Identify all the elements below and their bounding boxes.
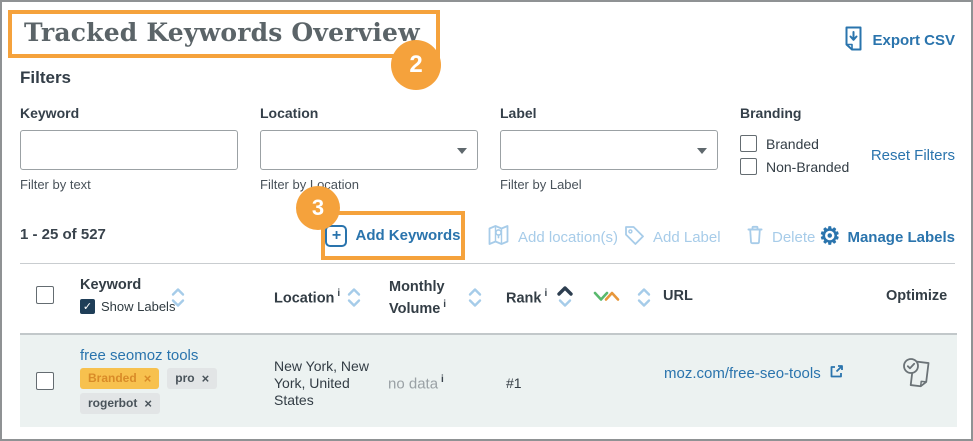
column-header-monthly-volume: Monthly Volumei [389, 279, 446, 318]
page-title: Tracked Keywords Overview [24, 16, 420, 50]
label-tag: pro × [167, 368, 217, 389]
delete-label: Delete [772, 229, 815, 246]
external-link-icon [829, 364, 844, 383]
export-csv-button[interactable]: Export CSV [843, 25, 955, 56]
table-row: free seomoz tools Branded × pro × rogerb… [20, 333, 957, 427]
branding-filter-label: Branding [740, 105, 801, 121]
add-label-button[interactable]: Add Label [623, 222, 721, 252]
sort-rank-trend-button[interactable] [636, 285, 652, 313]
sort-location-button[interactable] [346, 285, 362, 313]
monthly-volume-cell: no data [388, 375, 438, 392]
location-filter-group: Location Filter by Location [260, 105, 478, 192]
rank-trend-icon [593, 289, 621, 309]
sort-keyword-button[interactable] [170, 285, 186, 313]
select-all-checkbox[interactable] [36, 286, 54, 304]
step-2-badge: 2 [391, 40, 441, 90]
step-3-badge: 3 [296, 186, 340, 230]
manage-labels-label: Manage Labels [847, 229, 955, 246]
label-tag: Branded × [80, 368, 159, 389]
label-filter-select[interactable] [500, 130, 718, 170]
trash-icon [745, 223, 765, 251]
step-3-highlight-box: + Add Keywords [321, 211, 465, 260]
show-labels-control: ✓ Show Labels [80, 299, 175, 314]
no-data-info-icon[interactable]: i [441, 374, 444, 385]
manage-labels-button[interactable]: ⚙ Manage Labels [819, 222, 955, 252]
non-branded-checkbox[interactable] [740, 158, 757, 175]
optimize-page-icon[interactable] [899, 355, 935, 398]
add-locations-label: Add location(s) [518, 229, 618, 246]
location-filter-helper: Filter by Location [260, 177, 478, 192]
export-csv-icon [843, 25, 864, 56]
keyword-filter-input[interactable] [20, 130, 238, 170]
remove-label-icon[interactable]: × [202, 372, 210, 385]
keyword-link[interactable]: free seomoz tools [80, 347, 198, 364]
keyword-filter-label: Keyword [20, 105, 238, 121]
location-filter-label: Location [260, 105, 478, 121]
non-branded-checkbox-label: Non-Branded [766, 159, 849, 175]
label-filter-label: Label [500, 105, 718, 121]
chevron-down-icon [457, 148, 467, 154]
toolbar-divider [20, 263, 955, 264]
show-labels-checkbox[interactable]: ✓ [80, 299, 95, 314]
location-filter-select[interactable] [260, 130, 478, 170]
show-labels-label: Show Labels [101, 299, 175, 314]
column-header-location: Location [274, 290, 334, 306]
keyword-filter-helper: Filter by text [20, 177, 238, 192]
row-checkbox[interactable] [36, 372, 54, 390]
rank-cell: #1 [506, 375, 522, 391]
column-header-rank: Rank [506, 290, 541, 306]
column-header-optimize: Optimize [886, 288, 947, 304]
column-header-url: URL [663, 288, 693, 304]
add-keywords-button[interactable]: + Add Keywords [325, 225, 460, 247]
sort-rank-button-active[interactable] [556, 284, 574, 313]
filters-heading: Filters [20, 68, 71, 88]
remove-label-icon[interactable]: × [144, 372, 152, 385]
tag-icon [623, 224, 646, 251]
location-cell: New York, New York, United States [274, 358, 386, 409]
reset-filters-link[interactable]: Reset Filters [871, 147, 955, 164]
plus-icon: + [325, 225, 347, 247]
gear-icon: ⚙ [819, 225, 841, 249]
label-tag: rogerbot × [80, 393, 160, 414]
result-count: 1 - 25 of 527 [20, 226, 106, 243]
keyword-filter-group: Keyword Filter by text [20, 105, 238, 192]
map-pin-icon [486, 222, 511, 252]
label-filter-helper: Filter by Label [500, 177, 718, 192]
location-info-icon[interactable]: i [337, 288, 340, 299]
label-filter-group: Label Filter by Label [500, 105, 718, 192]
branding-filter-group: Branding Branded Non-Branded [740, 105, 849, 175]
url-link[interactable]: moz.com/free-seo-tools [664, 364, 844, 383]
tracked-keywords-page: Tracked Keywords Overview 2 Export CSV F… [0, 0, 973, 441]
monthly-volume-info-icon[interactable]: i [443, 299, 446, 310]
branded-checkbox-label: Branded [766, 136, 819, 152]
add-locations-button[interactable]: Add location(s) [486, 222, 618, 252]
export-csv-label: Export CSV [872, 32, 955, 49]
sort-monthly-volume-button[interactable] [467, 285, 483, 313]
chevron-down-icon [697, 148, 707, 154]
rank-info-icon[interactable]: i [544, 288, 547, 299]
step-2-highlight-box: Tracked Keywords Overview [8, 10, 440, 58]
delete-button[interactable]: Delete [745, 222, 815, 252]
remove-label-icon[interactable]: × [144, 397, 152, 410]
column-header-keyword: Keyword [80, 277, 141, 293]
add-label-label: Add Label [653, 229, 721, 246]
branded-checkbox[interactable] [740, 135, 757, 152]
add-keywords-label: Add Keywords [355, 227, 460, 244]
